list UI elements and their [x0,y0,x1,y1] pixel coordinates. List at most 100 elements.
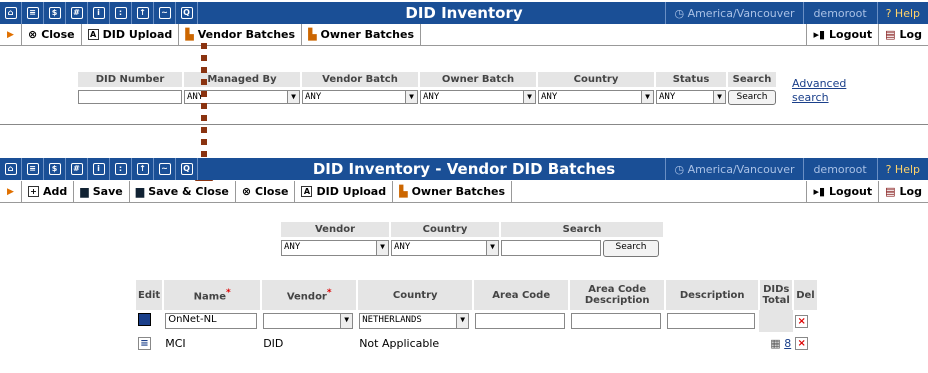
help-link[interactable]: ? Help [876,2,928,24]
description-input[interactable] [667,313,756,329]
status-select[interactable]: ANY ▼ [656,90,726,104]
did-number-input[interactable] [78,90,182,104]
list-icon[interactable]: ≡ [22,2,44,24]
log-label: Log [899,185,922,198]
network-icon[interactable]: : [110,158,132,180]
chevron-down-icon: ▼ [486,241,498,255]
stats-icon[interactable]: ~ [154,158,176,180]
timezone-label: America/Vancouver [687,6,795,20]
search-button[interactable]: Search [728,90,776,105]
accounts-icon[interactable]: # [66,2,88,24]
menu-arrow-icon[interactable]: ▶ [0,180,22,203]
list-icon[interactable]: ≡ [22,158,44,180]
row-area-code [473,332,569,354]
routing-icon[interactable]: ↑ [132,2,154,24]
close-label: Close [255,185,289,198]
did-upload-button[interactable]: A DID Upload [295,180,394,203]
search-button[interactable]: Search [603,240,659,257]
chevron-down-icon: ▼ [287,91,299,103]
owner-batches-button[interactable]: ▙ Owner Batches [302,23,422,46]
users-icon[interactable]: i [88,158,110,180]
save-button[interactable]: ▆ Save [74,180,130,203]
vendor-select[interactable]: ANY ▼ [281,240,389,256]
delete-icon[interactable]: × [795,337,809,350]
logout-button[interactable]: ▸▮ Logout [806,180,878,203]
close-button[interactable]: ⊗ Close [236,180,296,203]
user-name[interactable]: demoroot [802,158,877,180]
close-icon: ⊗ [28,28,38,41]
save-icon: ▆ [135,185,145,198]
chevron-down-icon: ▼ [340,314,353,328]
did-upload-button[interactable]: A DID Upload [82,23,180,46]
log-label: Log [899,28,922,41]
country-select[interactable]: NETHERLANDS ▼ [359,313,470,329]
owner-batches-button[interactable]: ▙ Owner Batches [393,180,513,203]
save-close-button[interactable]: ▆ Save & Close [130,180,236,203]
save-label: Save [92,185,123,198]
timezone[interactable]: ◷ America/Vancouver [665,158,802,180]
search-input[interactable] [501,240,601,256]
advanced-search-link-line1[interactable]: Advanced [792,77,846,91]
close-button[interactable]: ⊗ Close [22,23,82,46]
status-value: ANY [659,92,676,102]
help-icon: ? [885,6,895,20]
save-icon[interactable] [138,313,151,326]
logout-label: Logout [829,185,873,198]
billing-icon[interactable]: $ [44,2,66,24]
header-did-number: DID Number [78,72,182,87]
billing-icon[interactable]: $ [44,158,66,180]
logout-button[interactable]: ▸▮ Logout [806,23,878,46]
area-code-input[interactable] [475,313,566,329]
country-select[interactable]: ANY ▼ [538,90,654,104]
row-dids-total[interactable]: ▦ 8 [759,332,793,354]
advanced-search-link-line2[interactable]: search [792,91,846,105]
save-icon: ▆ [80,185,89,198]
vendor-batch-select[interactable]: ANY ▼ [302,90,418,104]
save-row-cell[interactable] [136,310,163,332]
accounts-icon[interactable]: # [66,158,88,180]
timezone[interactable]: ◷ America/Vancouver [665,2,802,24]
advanced-search-link[interactable]: Advanced search [792,77,846,105]
area-code-description-input[interactable] [571,313,662,329]
row-name: MCI [165,336,186,350]
timezone-label: America/Vancouver [687,162,795,176]
save-close-label: Save & Close [148,185,229,198]
edit-icon[interactable]: ≡ [138,337,151,350]
add-button[interactable]: + Add [22,180,75,203]
dids-total-link[interactable]: 8 [784,337,791,350]
user-name[interactable]: demoroot [802,2,877,24]
users-icon[interactable]: i [88,2,110,24]
bottom-title-bar: ⌂ ≡ $ # i : ↑ ~ Q DID Inventory - Vendor… [0,158,928,180]
vendor-select[interactable]: ▼ [263,313,354,329]
home-icon[interactable]: ⌂ [0,2,22,24]
owner-batch-select[interactable]: ANY ▼ [420,90,536,104]
delete-icon[interactable]: × [795,315,809,328]
close-label: Close [41,28,75,41]
table-row: ≡ MCI DID Not Applicable ▦ 8 × [136,332,818,354]
top-title-bar: ⌂ ≡ $ # i : ↑ ~ Q DID Inventory ◷ Americ… [0,2,928,24]
menu-arrow-icon[interactable]: ▶ [0,23,22,46]
search-icon[interactable]: Q [176,158,198,180]
edit-row-cell[interactable]: ≡ [136,332,163,354]
log-button[interactable]: ▤ Log [878,180,928,203]
search-icon[interactable]: Q [176,2,198,24]
header-status: Status [656,72,726,87]
stats-icon[interactable]: ~ [154,2,176,24]
routing-icon[interactable]: ↑ [132,158,154,180]
header-country: Country [538,72,654,87]
row-description [665,332,759,354]
home-icon[interactable]: ⌂ [0,158,22,180]
table-header-row: Edit Name* Vendor* Country Area Code Are… [136,280,819,310]
help-link[interactable]: ? Help [876,158,928,180]
country-value: ANY [541,92,558,102]
col-del: Del [793,280,819,310]
country-select[interactable]: ANY ▼ [391,240,499,256]
log-button[interactable]: ▤ Log [878,23,928,46]
logout-label: Logout [829,28,873,41]
name-input[interactable]: OnNet-NL [165,313,258,329]
table-row: OnNet-NL ▼ NETHERLANDS ▼ × [136,310,818,332]
header-vendor: Vendor [281,222,389,237]
help-label: Help [894,6,920,20]
add-label: Add [43,185,68,198]
network-icon[interactable]: : [110,2,132,24]
